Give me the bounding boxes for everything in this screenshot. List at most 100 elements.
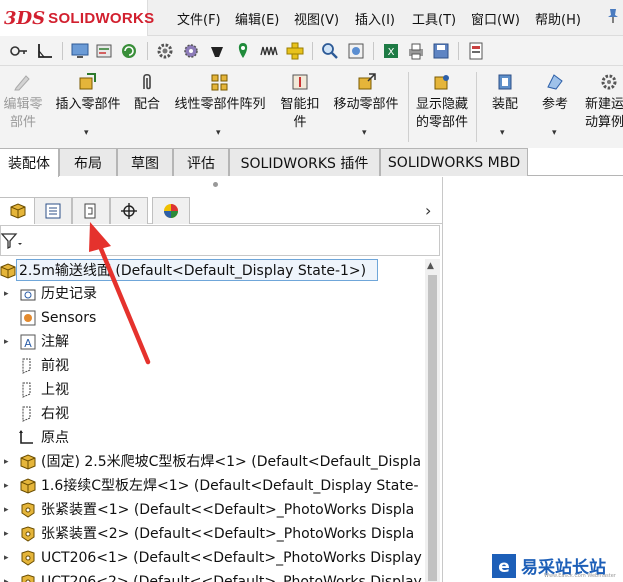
expand-icon[interactable]: ▸ [4,474,14,498]
expand-icon[interactable]: ▸ [4,570,14,582]
move-component-dropdown[interactable]: ▾ [362,128,367,138]
settings-cog-icon[interactable] [181,41,201,61]
dimxpert-tab[interactable] [110,197,148,224]
menu-window[interactable]: 窗口(W) [471,9,520,28]
tree-item-component[interactable]: ▸ 张紧装置<1> (Default<<Default>_PhotoWorks … [0,498,425,522]
tree-item-annotations[interactable]: ▸ A 注解 [0,330,420,354]
lamp-icon[interactable] [207,41,227,61]
menu-edit[interactable]: 编辑(E) [235,9,279,28]
appearance-icon[interactable] [346,41,366,61]
tree-item-right-plane[interactable]: 右视 [0,402,420,426]
tree-scrollbar[interactable]: ▲ [425,259,440,582]
tree-item-front-plane[interactable]: 前视 [0,354,420,378]
display-manager-tab[interactable] [152,197,190,224]
waveform-icon[interactable] [259,41,279,61]
move-component-label: 移动零部件 [333,97,399,112]
menu-view[interactable]: 视图(V) [294,9,339,28]
expand-icon[interactable]: ▸ [4,498,14,522]
mate-label: 配合 [133,97,160,112]
print-icon[interactable] [406,41,426,61]
property-manager-icon [45,203,61,219]
scroll-thumb[interactable] [428,275,437,581]
tab-layout[interactable]: 布局 [59,148,117,176]
tree-item-component[interactable]: ▸ 1.6接续C型板左焊<1> (Default<Default_Display… [0,474,425,498]
monitor-icon[interactable] [70,41,90,61]
menu-insert[interactable]: 插入(I) [355,9,395,28]
insert-components-label: 插入零部件 [55,97,121,112]
expand-icon[interactable]: ▸ [4,330,14,354]
reference-geometry-button[interactable]: 参考 [534,72,576,114]
key-icon[interactable] [9,41,29,61]
menu-help[interactable]: 帮助(H) [535,9,581,28]
property-manager-tab[interactable] [34,197,72,224]
mate-button[interactable]: 配合 [128,72,166,114]
tree-item-sensors[interactable]: Sensors [0,306,420,330]
subassembly-icon [21,526,35,542]
tree-item-label: 右视 [41,406,69,422]
configuration-manager-icon [84,203,96,219]
new-motion-study-button[interactable]: 新建运 动算例 [585,72,623,132]
tab-solidworks-mbd[interactable]: SOLIDWORKS MBD [380,148,528,176]
show-hidden-button[interactable]: 显示隐藏 的零部件 [412,72,472,132]
tab-sketch[interactable]: 草图 [117,148,173,176]
feature-manager-tab[interactable] [0,197,37,224]
insert-components-dropdown[interactable]: ▾ [84,128,89,138]
new-motion-study-label: 新建运 动算例 [585,97,623,130]
expand-icon[interactable]: ▸ [4,522,14,546]
tree-root-label: 2.5m输送线面 (Default<Default_Display State-… [19,263,367,279]
filter-icon[interactable] [1,232,25,250]
menu-file[interactable]: 文件(F) [177,9,221,28]
menu-tools[interactable]: 工具(T) [412,9,456,28]
save-icon[interactable] [431,41,451,61]
tab-assembly[interactable]: 装配体 [0,148,59,177]
options-icon[interactable] [466,41,486,61]
linear-pattern-dropdown[interactable]: ▾ [216,128,221,138]
move-component-icon [358,73,376,90]
solidworks-logo[interactable]: 3DS SOLIDWORKS [0,0,154,36]
zoom-icon[interactable] [320,41,340,61]
command-manager-tabs: 装配体 布局 草图 评估 SOLIDWORKS 插件 SOLIDWORKS MB… [0,148,623,177]
tree-item-component[interactable]: ▸ (固定) 2.5米爬坡C型板右焊<1> (Default<Default_D… [0,450,425,474]
tree-item-history[interactable]: ▸ 历史记录 [0,282,420,306]
panel-grip[interactable] [213,182,218,187]
edit-component-button[interactable]: 编辑零 部件 [0,72,46,132]
standard-toolbar: X [0,36,623,66]
measure-icon[interactable] [94,41,114,61]
move-component-button[interactable]: 移动零部件 [328,72,404,114]
gear-icon[interactable] [155,41,175,61]
plane-icon [22,382,31,398]
tree-filter-bar[interactable] [0,225,440,256]
rebuild-icon[interactable] [119,41,139,61]
mate-paperclip-icon [143,73,151,90]
tree-item-component[interactable]: ▸ UCT206<1> (Default<<Default>_PhotoWork… [0,546,425,570]
tree-item-component[interactable]: ▸ UCT206<2> (Default<<Default>_PhotoWork… [0,570,425,582]
tab-solidworks-addins[interactable]: SOLIDWORKS 插件 [229,148,380,176]
assembly-features-button[interactable]: 装配 [484,72,526,114]
location-pin-icon[interactable] [233,41,253,61]
tree-item-label: 上视 [41,382,69,398]
panel-tabs-next-icon[interactable]: › [425,201,431,220]
tree-root[interactable]: 2.5m输送线面 (Default<Default_Display State-… [0,259,420,283]
tree-item-top-plane[interactable]: 上视 [0,378,420,402]
tree-item-label: 原点 [41,430,69,446]
linear-pattern-button[interactable]: 线性零部件阵列 [168,72,272,114]
insert-components-icon [79,73,96,90]
smart-fasteners-button[interactable]: 智能扣 件 [276,72,324,132]
expand-icon[interactable]: ▸ [4,282,14,306]
solidworks-window: 3DS SOLIDWORKS 文件(F) 编辑(E) 视图(V) 插入(I) 工… [0,0,623,582]
pushpin-icon[interactable] [606,8,620,24]
assembly-features-dropdown[interactable]: ▾ [500,128,505,138]
expand-icon[interactable]: ▸ [4,450,14,474]
reference-geometry-dropdown[interactable]: ▾ [552,128,557,138]
angle-dimension-icon[interactable] [35,41,55,61]
expand-icon[interactable]: ▸ [4,546,14,570]
tab-evaluate[interactable]: 评估 [173,148,229,176]
scroll-up-icon[interactable]: ▲ [427,261,434,271]
tree-item-origin[interactable]: 原点 [0,426,420,450]
plane-icon [22,406,31,422]
insert-components-button[interactable]: 插入零部件 [50,72,126,114]
configuration-manager-tab[interactable] [72,197,110,224]
crossbar-icon[interactable] [285,41,305,61]
excel-icon[interactable]: X [381,41,401,61]
tree-item-component[interactable]: ▸ 张紧装置<2> (Default<<Default>_PhotoWorks … [0,522,425,546]
